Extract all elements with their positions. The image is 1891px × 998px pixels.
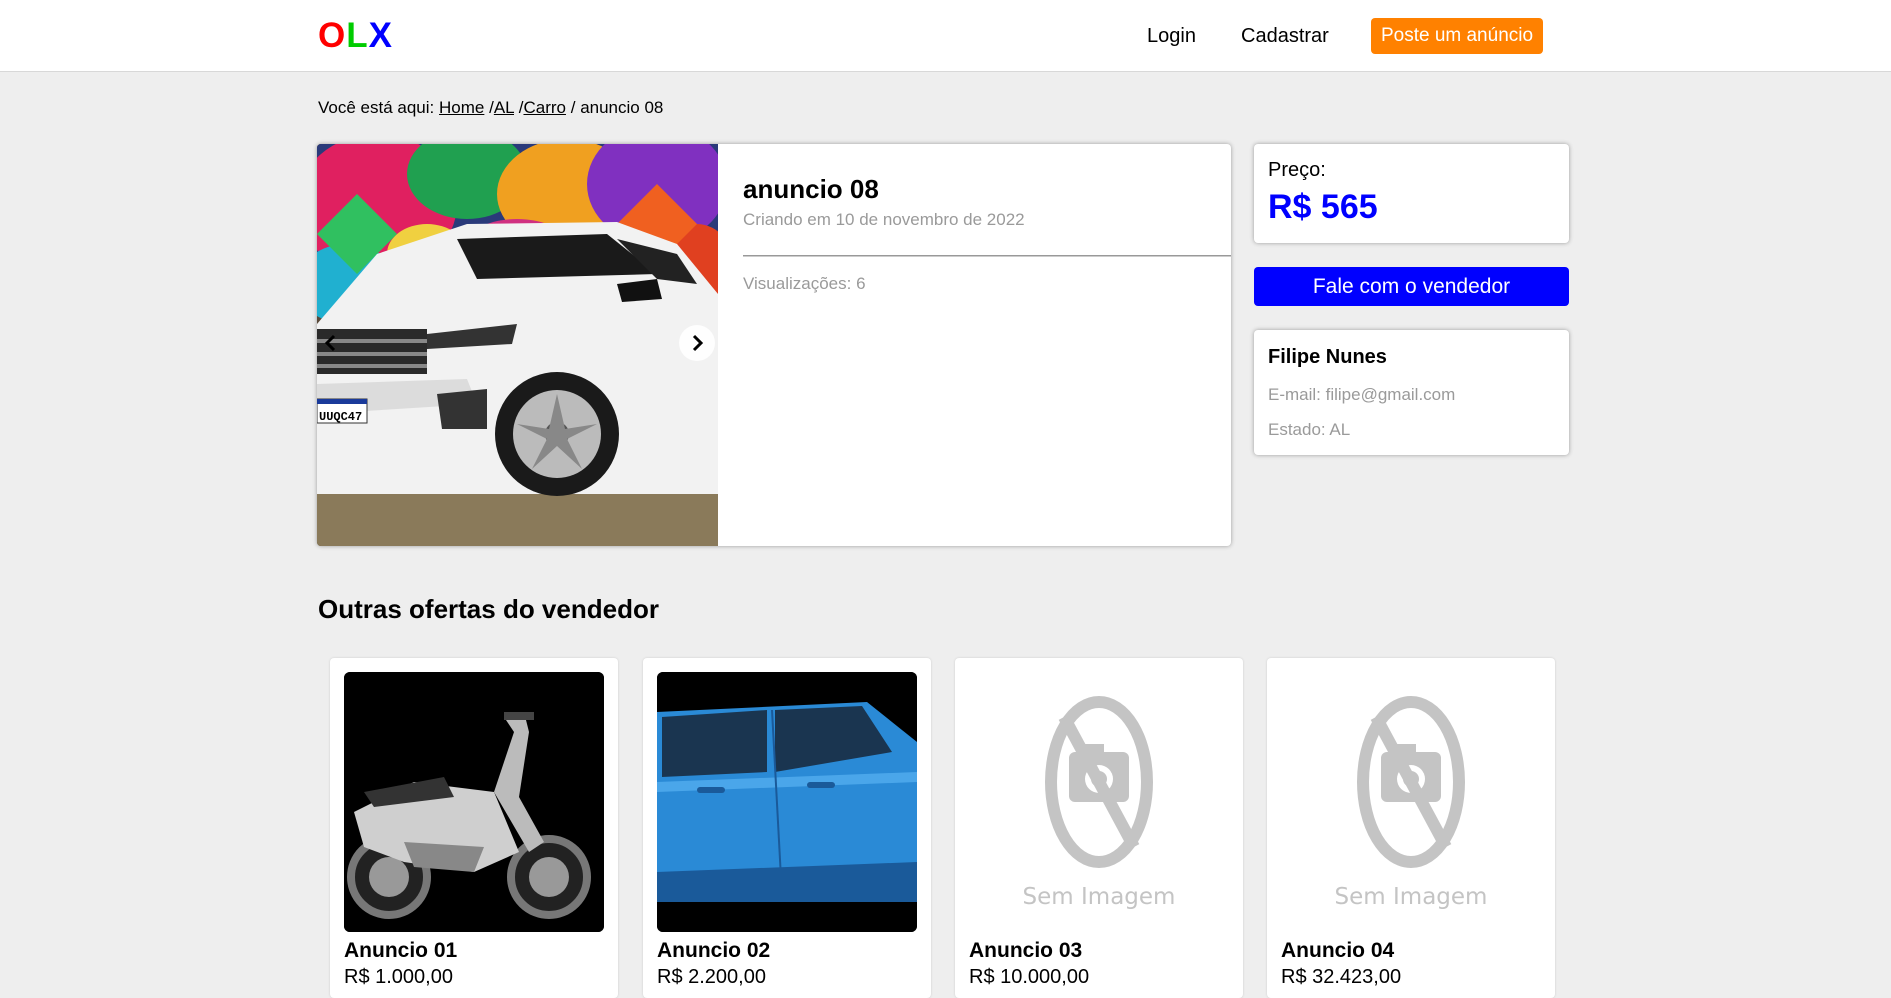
motorcycle-photo [344,672,604,932]
other-offers-title: Outras ofertas do vendedor [318,594,659,624]
breadcrumb: Você está aqui: Home /AL /Carro / anunci… [318,98,663,118]
breadcrumb-state[interactable]: AL [494,98,514,117]
offer-price: R$ 2.200,00 [657,966,766,988]
seller-email: E-mail: filipe@gmail.com [1268,385,1456,404]
license-plate: UUQC47 [319,410,362,424]
offer-price: R$ 32.423,00 [1281,966,1402,988]
offer-price: R$ 10.000,00 [969,966,1090,988]
logo-letter-x: X [368,16,393,55]
breadcrumb-category[interactable]: Carro [523,98,566,117]
offer-image [344,672,604,932]
offer-card[interactable]: Anuncio 02 R$ 2.200,00 [643,658,931,998]
breadcrumb-prefix: Você está aqui: [318,98,435,117]
price-card: Preço: R$ 565 [1254,144,1569,243]
chevron-left-icon [324,334,336,352]
price-value: R$ 565 [1268,188,1378,226]
ad-info: anuncio 08 Criando em 10 de novembro de … [743,144,1231,546]
divider [743,255,1231,257]
offer-title: Anuncio 01 [344,939,458,962]
ad-views: Visualizações: 6 [743,274,866,293]
price-label: Preço: [1268,159,1326,181]
offer-title: Anuncio 03 [969,939,1083,962]
breadcrumb-current: anuncio 08 [580,98,664,117]
register-link[interactable]: Cadastrar [1241,25,1329,48]
offer-card[interactable]: Anuncio 01 R$ 1.000,00 [330,658,618,998]
offer-card[interactable]: Sem Imagem Anuncio 04 R$ 32.423,00 [1267,658,1555,998]
seller-name: Filipe Nunes [1268,346,1387,368]
car-photo: UUQC47 [317,144,718,546]
chevron-right-icon [692,334,704,352]
logo-letter-l: L [346,16,369,55]
seller-state: Estado: AL [1268,420,1351,439]
no-image-text: Sem Imagem [1335,884,1488,910]
ad-title: anuncio 08 [743,174,879,204]
ad-photo-slider[interactable]: UUQC47 [317,144,718,546]
login-link[interactable]: Login [1147,25,1196,48]
offer-title: Anuncio 02 [657,939,771,962]
seller-card: Filipe Nunes E-mail: filipe@gmail.com Es… [1254,330,1569,455]
header: OLX Login Cadastrar Poste um anúncio [0,0,1891,72]
offer-title: Anuncio 04 [1281,939,1395,962]
no-image-icon: Sem Imagem [1023,696,1176,910]
ad-details-card: UUQC47 anuncio 08 Criando em 10 de novem… [317,144,1231,546]
ad-created-date: Criando em 10 de novembro de 2022 [743,210,1025,229]
no-image-text: Sem Imagem [1023,884,1176,910]
slider-next-button[interactable] [679,325,715,361]
contact-seller-button[interactable]: Fale com o vendedor [1254,267,1569,306]
no-image-icon: Sem Imagem [1335,696,1488,910]
offer-image: Sem Imagem [1281,672,1541,932]
breadcrumb-home[interactable]: Home [439,98,484,117]
post-ad-button[interactable]: Poste um anúncio [1371,18,1543,54]
breadcrumb-separator: / [570,98,576,117]
olx-logo[interactable]: OLX [318,16,393,56]
offer-price: R$ 1.000,00 [344,966,453,988]
offer-card[interactable]: Sem Imagem Anuncio 03 R$ 10.000,00 [955,658,1243,998]
offer-image: Sem Imagem [969,672,1229,932]
offer-image [657,672,917,932]
blue-car-photo [657,672,917,932]
logo-letter-o: O [318,16,347,55]
